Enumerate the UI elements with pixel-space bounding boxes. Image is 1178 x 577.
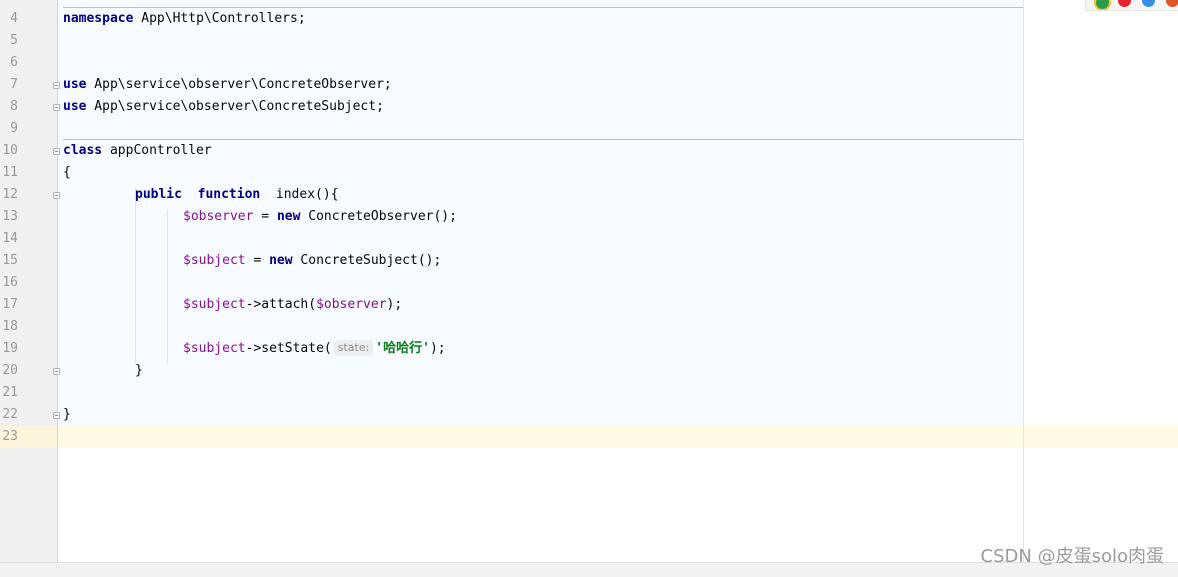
operator: =: [245, 253, 270, 268]
line-number: 14: [2, 231, 18, 246]
namespace-path: App\Http\Controllers;: [133, 11, 306, 26]
code-line-open-brace[interactable]: {: [63, 162, 71, 184]
line-number: 13: [2, 209, 18, 224]
browser-preview-toolbar: [1085, 0, 1178, 11]
edge-icon[interactable]: [1142, 0, 1155, 7]
class-name: appController: [102, 143, 212, 158]
line-number-current: 23: [2, 429, 18, 444]
line-number: 15: [2, 253, 18, 268]
variable: $subject: [183, 341, 246, 356]
line-number: 16: [2, 275, 18, 290]
line-number: 8: [10, 99, 18, 114]
line-number: 6: [10, 55, 18, 70]
keyword-new: new: [276, 209, 301, 224]
code-line-close-brace[interactable]: }: [63, 404, 71, 426]
method-call: ->setState(: [245, 341, 332, 356]
code-line-statement[interactable]: $subject = new ConcreteSubject();: [183, 250, 441, 272]
use-path: App\service\observer\ConcreteSubject;: [86, 99, 384, 114]
code-line-use[interactable]: use App\service\observer\ConcreteSubject…: [63, 96, 384, 118]
use-path: App\service\observer\ConcreteObserver;: [86, 77, 392, 92]
line-number: 5: [10, 33, 18, 48]
line-number: 10: [2, 143, 18, 158]
fold-marker-icon[interactable]: [53, 412, 60, 419]
operator: =: [253, 209, 277, 224]
fold-marker-icon[interactable]: [53, 82, 60, 89]
keyword-namespace: namespace: [63, 11, 134, 26]
line-number: 7: [10, 77, 18, 92]
parameter-hint: state:: [333, 340, 374, 356]
line-number: 11: [2, 165, 18, 180]
punctuation: );: [429, 341, 446, 356]
variable: $observer: [183, 209, 254, 224]
code-line-class[interactable]: class appController: [63, 140, 212, 162]
fold-marker-icon[interactable]: [53, 104, 60, 111]
current-line-highlight: [58, 426, 1178, 448]
fold-marker-icon[interactable]: [53, 368, 60, 375]
opera-icon[interactable]: [1118, 0, 1131, 7]
keyword-new: new: [269, 253, 293, 268]
string-literal: '哈哈行': [375, 341, 430, 356]
constructor-call: ConcreteObserver();: [300, 209, 457, 224]
code-line-function[interactable]: public function index(){: [135, 184, 339, 206]
variable: $subject: [183, 253, 246, 268]
right-margin-guide: [1023, 0, 1024, 562]
chrome-icon[interactable]: [1094, 0, 1111, 10]
firefox-icon[interactable]: [1166, 0, 1178, 7]
keyword-use: use: [63, 99, 87, 114]
code-line-statement[interactable]: $observer = new ConcreteObserver();: [183, 206, 457, 228]
keyword-public: public: [135, 187, 182, 202]
line-number: 17: [2, 297, 18, 312]
keyword-use: use: [63, 77, 87, 92]
line-number: 9: [10, 121, 18, 136]
function-signature: index(){: [275, 187, 339, 202]
line-number: 4: [10, 11, 18, 26]
code-line-statement[interactable]: $subject->attach($observer);: [183, 294, 402, 316]
punctuation: );: [386, 297, 403, 312]
keyword-class: class: [63, 143, 103, 158]
constructor-call: ConcreteSubject();: [292, 253, 442, 268]
line-number: 20: [2, 363, 18, 378]
fold-marker-icon[interactable]: [53, 192, 60, 199]
code-line-close-brace[interactable]: }: [135, 360, 143, 382]
line-number: 18: [2, 319, 18, 334]
variable: $subject: [183, 297, 246, 312]
watermark: CSDN @皮蛋solo肉蛋: [980, 546, 1164, 567]
line-number: 22: [2, 407, 18, 422]
method-call: ->attach(: [245, 297, 317, 312]
variable: $observer: [316, 297, 387, 312]
indent-guide: [167, 210, 168, 364]
line-number: 12: [2, 187, 18, 202]
line-number: 19: [2, 341, 18, 356]
code-line-namespace[interactable]: namespace App\Http\Controllers;: [63, 8, 306, 30]
code-line-statement[interactable]: $subject->setState(state: '哈哈行');: [183, 338, 446, 360]
code-line-use[interactable]: use App\service\observer\ConcreteObserve…: [63, 74, 392, 96]
keyword-function: function: [197, 187, 261, 202]
indent-guide: [135, 188, 136, 364]
fold-marker-icon[interactable]: [53, 148, 60, 155]
line-number: 21: [2, 385, 18, 400]
